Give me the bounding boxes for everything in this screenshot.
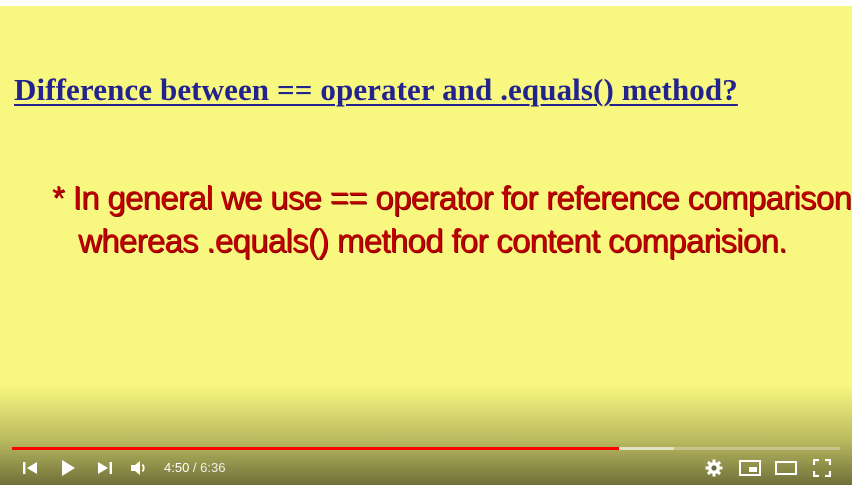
top-border xyxy=(0,0,852,6)
bullet-line-2: whereas .equals() method for content com… xyxy=(78,222,787,259)
current-time: 4:50 xyxy=(164,460,190,475)
previous-icon xyxy=(22,461,38,475)
play-button[interactable] xyxy=(56,456,80,480)
settings-button[interactable] xyxy=(703,456,725,480)
volume-icon xyxy=(130,460,148,476)
duration: 6:36 xyxy=(200,460,226,475)
time-display: 4:50 / 6:36 xyxy=(164,460,225,475)
video-player[interactable]: Difference between == operater and .equa… xyxy=(0,0,852,485)
volume-button[interactable] xyxy=(128,456,150,480)
bullet-line-1: * In general we use == operator for refe… xyxy=(52,179,852,216)
next-button[interactable] xyxy=(95,456,115,480)
miniplayer-icon xyxy=(739,460,761,476)
progress-played xyxy=(12,447,619,450)
theater-mode-button[interactable] xyxy=(773,456,799,480)
fullscreen-icon xyxy=(813,459,831,477)
fullscreen-button[interactable] xyxy=(810,456,834,480)
miniplayer-button[interactable] xyxy=(737,456,763,480)
previous-button[interactable] xyxy=(20,456,40,480)
slide-title: Difference between == operater and .equa… xyxy=(14,72,738,107)
slide-bullet: * In general we use == operator for refe… xyxy=(52,176,852,262)
theater-mode-icon xyxy=(775,461,797,475)
time-separator: / xyxy=(189,460,201,475)
next-icon xyxy=(97,461,113,475)
play-icon xyxy=(60,459,76,477)
progress-bar[interactable] xyxy=(12,447,840,450)
settings-icon xyxy=(705,459,723,477)
